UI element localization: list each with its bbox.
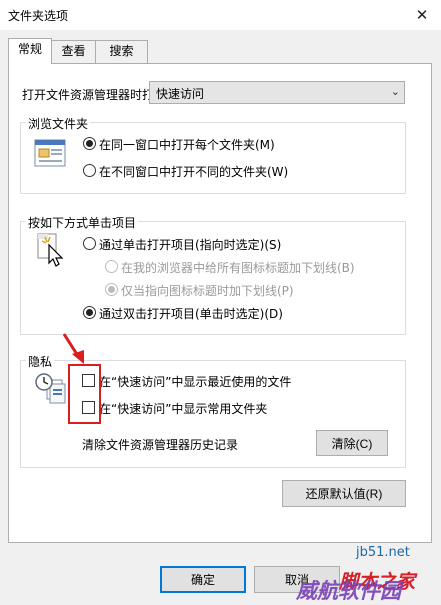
tab-search[interactable]: 搜索 (95, 40, 148, 63)
watermark-overlay: 威航软件园 (296, 579, 401, 603)
radio-double-click[interactable] (83, 306, 96, 319)
privacy-title: 隐私 (26, 353, 55, 370)
same-window-label: 在同一窗口中打开每个文件夹(M) (99, 138, 275, 152)
clock-documents-icon (34, 372, 66, 404)
clear-button[interactable]: 清除(C) (316, 430, 388, 456)
browse-folders-title: 浏览文件夹 (26, 115, 91, 132)
tab-general[interactable]: 常规 (8, 38, 52, 64)
folder-window-icon (34, 139, 66, 167)
radio-single-click[interactable] (83, 237, 96, 250)
click-items-title: 按如下方式单击项目 (26, 214, 139, 231)
annotation-arrow-icon (60, 332, 90, 366)
ok-button[interactable]: 确定 (160, 566, 246, 593)
radio-new-window[interactable] (83, 164, 96, 177)
window-title: 文件夹选项 (8, 9, 69, 23)
double-click-label: 通过双击打开项目(单击时选定)(D) (99, 307, 283, 321)
radio-same-window[interactable] (83, 137, 96, 150)
pointer-click-icon (36, 233, 66, 267)
underline-all-label: 在我的浏览器中给所有图标标题加下划线(B) (121, 261, 355, 275)
annotation-highlight-box (68, 364, 101, 424)
single-click-label: 通过单击打开项目(指向时选定)(S) (99, 238, 282, 252)
radio-underline-all[interactable] (105, 260, 118, 273)
restore-defaults-button[interactable]: 还原默认值(R) (282, 480, 406, 507)
open-explorer-value: 快速访问 (156, 87, 205, 101)
new-window-label: 在不同窗口中打开不同的文件夹(W) (99, 165, 289, 179)
close-icon[interactable]: ✕ (411, 4, 433, 26)
show-frequent-label: 在“快速访问”中显示常用文件夹 (99, 402, 268, 416)
browse-folders-group (20, 122, 406, 194)
watermark-site: jb51.net (356, 545, 410, 560)
open-explorer-combo[interactable]: 快速访问 ⌄ (149, 81, 405, 104)
show-recent-label: 在“快速访问”中显示最近使用的文件 (99, 375, 292, 389)
chevron-down-icon: ⌄ (390, 85, 400, 98)
tab-view[interactable]: 查看 (51, 40, 96, 63)
clear-history-label: 清除文件资源管理器历史记录 (82, 438, 239, 452)
title-bar: 文件夹选项 ✕ (0, 0, 441, 30)
underline-point-label: 仅当指向图标标题时加下划线(P) (121, 284, 294, 298)
radio-underline-point[interactable] (105, 283, 118, 296)
open-explorer-label: 打开文件资源管理器时打 (22, 88, 155, 102)
